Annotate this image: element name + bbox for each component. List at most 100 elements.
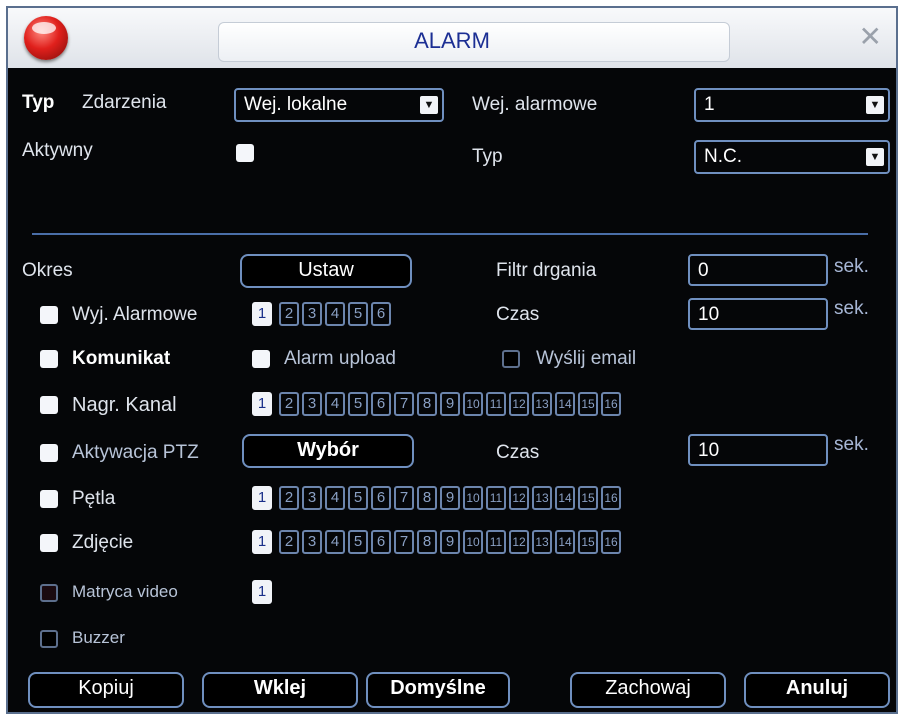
alarm-input-select[interactable]: 1 ▼ <box>694 88 890 122</box>
matryca-checkbox[interactable] <box>40 584 58 602</box>
nagr-channel-14[interactable]: 14 <box>555 392 575 416</box>
petla-channel-3[interactable]: 3 <box>302 486 322 510</box>
zdjecie-channel-6[interactable]: 6 <box>371 530 391 554</box>
wyj-channel-3[interactable]: 3 <box>302 302 322 326</box>
zdjecie-channel-2[interactable]: 2 <box>279 530 299 554</box>
typ2-label: Typ <box>472 146 503 167</box>
petla-channel-2[interactable]: 2 <box>279 486 299 510</box>
nagr-channel-2[interactable]: 2 <box>279 392 299 416</box>
matryca-label: Matryca video <box>72 582 178 601</box>
zdjecie-channel-9[interactable]: 9 <box>440 530 460 554</box>
nagr-channel-5[interactable]: 5 <box>348 392 368 416</box>
nagr-channel-10[interactable]: 10 <box>463 392 483 416</box>
czas1-unit: sek. <box>834 298 869 319</box>
zdjecie-channel-3[interactable]: 3 <box>302 530 322 554</box>
nagr-channel-13[interactable]: 13 <box>532 392 552 416</box>
filtr-value: 0 <box>698 260 709 281</box>
email-checkbox[interactable] <box>502 350 520 368</box>
nagr-channel-9[interactable]: 9 <box>440 392 460 416</box>
czas2-input[interactable]: 10 <box>688 434 828 466</box>
wyj-alarmowe-checkbox[interactable] <box>40 306 58 324</box>
czas2-label: Czas <box>496 442 540 463</box>
komunikat-checkbox[interactable] <box>40 350 58 368</box>
petla-channel-13[interactable]: 13 <box>532 486 552 510</box>
wyj-channel-2[interactable]: 2 <box>279 302 299 326</box>
nagr-channel-15[interactable]: 15 <box>578 392 598 416</box>
copy-button[interactable]: Kopiuj <box>28 672 184 708</box>
petla-channel-16[interactable]: 16 <box>601 486 621 510</box>
cancel-button[interactable]: Anuluj <box>744 672 890 708</box>
petla-channel-8[interactable]: 8 <box>417 486 437 510</box>
czas2-unit: sek. <box>834 434 869 455</box>
ptz-label: Aktywacja PTZ <box>72 442 199 463</box>
wyj-channel-4[interactable]: 4 <box>325 302 345 326</box>
zdjecie-channel-13[interactable]: 13 <box>532 530 552 554</box>
petla-channel-4[interactable]: 4 <box>325 486 345 510</box>
save-button[interactable]: Zachowaj <box>570 672 726 708</box>
dropdown-arrow-icon: ▼ <box>866 96 884 114</box>
buzzer-checkbox[interactable] <box>40 630 58 648</box>
defaults-button[interactable]: Domyślne <box>366 672 510 708</box>
zdjecie-channel-1[interactable]: 1 <box>252 530 272 554</box>
zdjecie-channel-12[interactable]: 12 <box>509 530 529 554</box>
nagr-channel-8[interactable]: 8 <box>417 392 437 416</box>
zdjecie-channel-11[interactable]: 11 <box>486 530 506 554</box>
ptz-checkbox[interactable] <box>40 444 58 462</box>
contact-type-value: N.C. <box>704 146 742 167</box>
contact-type-select[interactable]: N.C. ▼ <box>694 140 890 174</box>
zdjecie-channel-5[interactable]: 5 <box>348 530 368 554</box>
wybor-button[interactable]: Wybór <box>242 434 414 468</box>
nagr-channel-7[interactable]: 7 <box>394 392 414 416</box>
okres-label: Okres <box>22 260 73 281</box>
zdjecie-channel-selector: 1 2 3 4 5 6 7 8 9 10 11 12 13 14 15 16 <box>252 530 621 554</box>
petla-channel-14[interactable]: 14 <box>555 486 575 510</box>
wyj-alarmowe-label: Wyj. Alarmowe <box>72 304 198 325</box>
zdjecie-channel-10[interactable]: 10 <box>463 530 483 554</box>
nagr-channel-12[interactable]: 12 <box>509 392 529 416</box>
nagr-kanal-checkbox[interactable] <box>40 396 58 414</box>
zdjecie-channel-16[interactable]: 16 <box>601 530 621 554</box>
event-type-select[interactable]: Wej. lokalne ▼ <box>234 88 444 122</box>
aktywny-checkbox[interactable] <box>236 144 254 162</box>
zdjecie-channel-15[interactable]: 15 <box>578 530 598 554</box>
matryca-channel-1[interactable]: 1 <box>252 580 272 604</box>
matryca-channel-selector: 1 <box>252 580 272 604</box>
zdjecie-channel-7[interactable]: 7 <box>394 530 414 554</box>
alarm-upload-checkbox[interactable] <box>252 350 270 368</box>
zdjecie-channel-14[interactable]: 14 <box>555 530 575 554</box>
komunikat-label: Komunikat <box>72 348 171 369</box>
filtr-input[interactable]: 0 <box>688 254 828 286</box>
wyj-channel-5[interactable]: 5 <box>348 302 368 326</box>
wyj-channel-6[interactable]: 6 <box>371 302 391 326</box>
zdjecie-checkbox[interactable] <box>40 534 58 552</box>
dropdown-arrow-icon: ▼ <box>866 148 884 166</box>
ustaw-button[interactable]: Ustaw <box>240 254 412 288</box>
czas1-value: 10 <box>698 304 720 325</box>
nagr-channel-3[interactable]: 3 <box>302 392 322 416</box>
petla-channel-6[interactable]: 6 <box>371 486 391 510</box>
zdjecie-channel-8[interactable]: 8 <box>417 530 437 554</box>
nagr-channel-16[interactable]: 16 <box>601 392 621 416</box>
petla-channel-5[interactable]: 5 <box>348 486 368 510</box>
petla-channel-9[interactable]: 9 <box>440 486 460 510</box>
paste-button[interactable]: Wklej <box>202 672 358 708</box>
filtr-unit: sek. <box>834 256 869 277</box>
petla-channel-12[interactable]: 12 <box>509 486 529 510</box>
petla-channel-7[interactable]: 7 <box>394 486 414 510</box>
window-title: ALARM <box>414 28 490 53</box>
petla-channel-10[interactable]: 10 <box>463 486 483 510</box>
nagr-channel-1[interactable]: 1 <box>252 392 272 416</box>
petla-checkbox[interactable] <box>40 490 58 508</box>
nagr-channel-6[interactable]: 6 <box>371 392 391 416</box>
nagr-channel-11[interactable]: 11 <box>486 392 506 416</box>
petla-channel-11[interactable]: 11 <box>486 486 506 510</box>
czas1-input[interactable]: 10 <box>688 298 828 330</box>
petla-channel-selector: 1 2 3 4 5 6 7 8 9 10 11 12 13 14 15 16 <box>252 486 621 510</box>
nagr-channel-4[interactable]: 4 <box>325 392 345 416</box>
aktywny-label: Aktywny <box>22 140 93 161</box>
petla-channel-15[interactable]: 15 <box>578 486 598 510</box>
petla-channel-1[interactable]: 1 <box>252 486 272 510</box>
wyj-channel-1[interactable]: 1 <box>252 302 272 326</box>
close-icon[interactable]: ✕ <box>859 22 882 52</box>
zdjecie-channel-4[interactable]: 4 <box>325 530 345 554</box>
